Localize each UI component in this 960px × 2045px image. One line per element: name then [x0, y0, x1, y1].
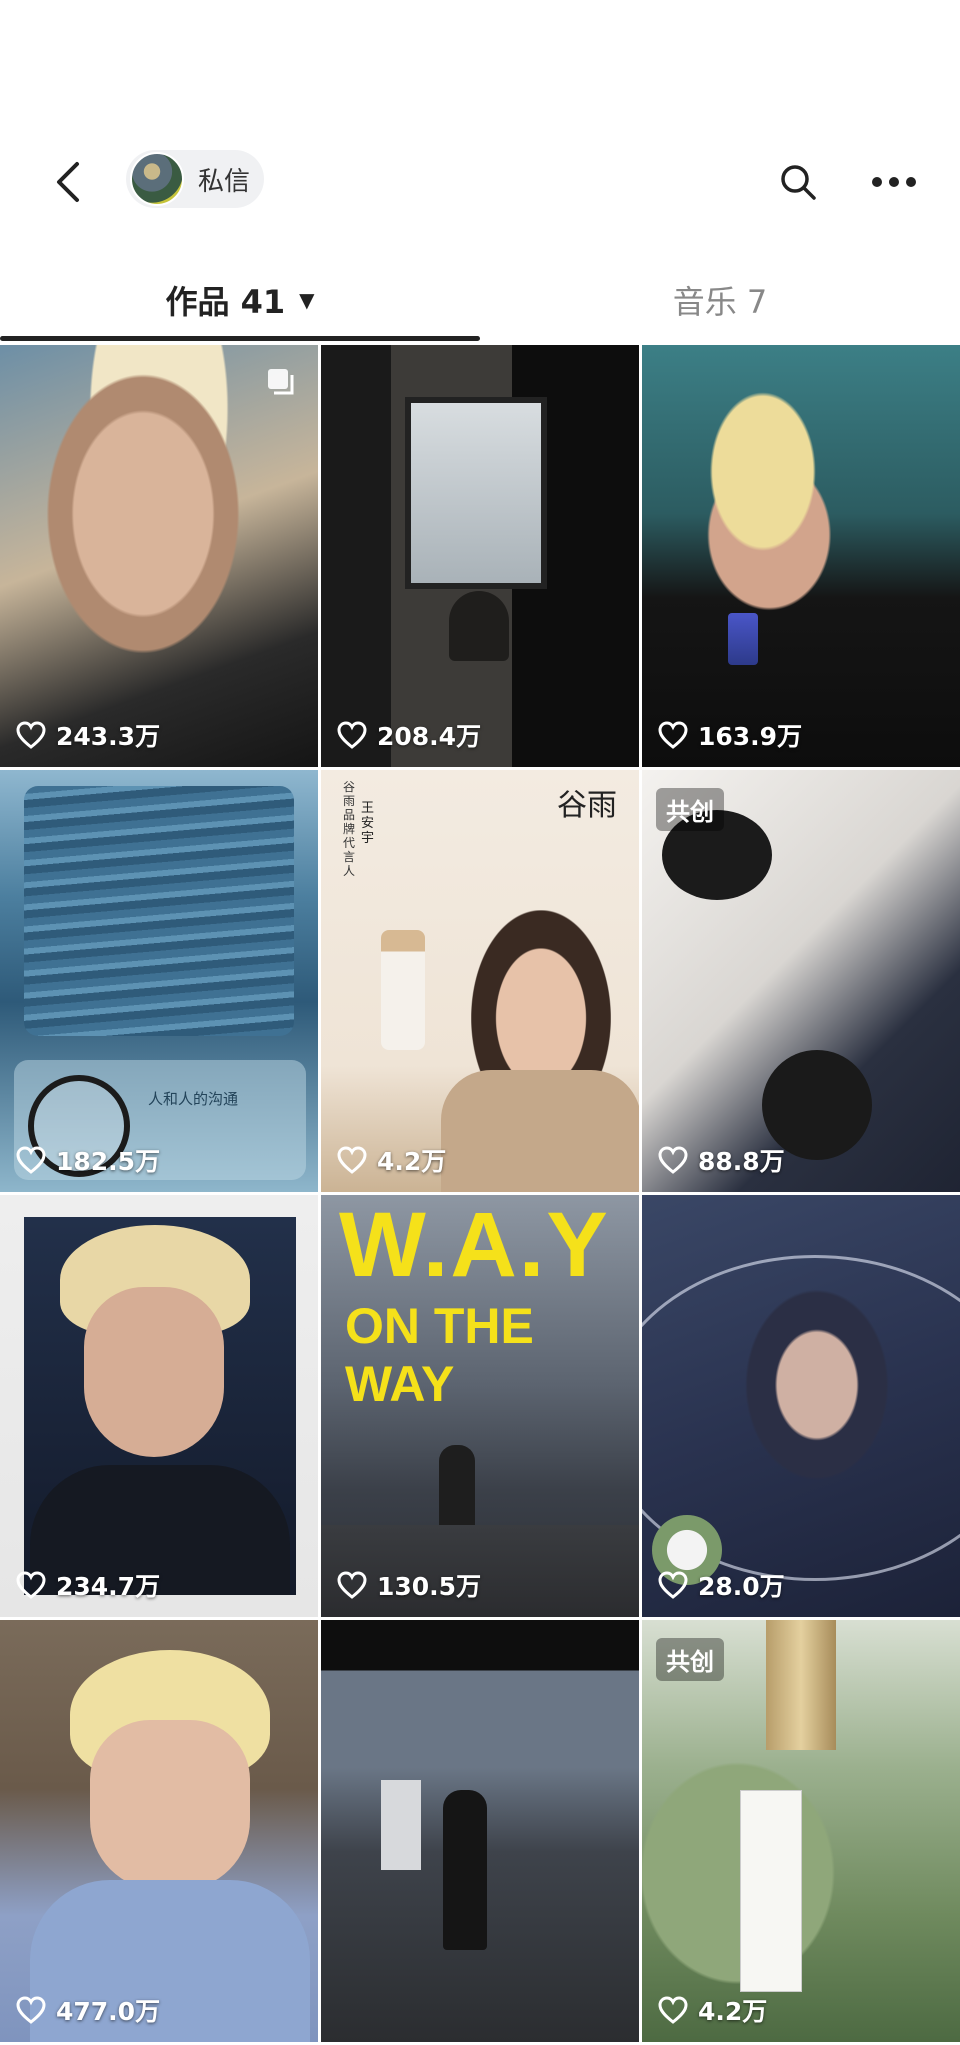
heart-icon	[658, 1571, 688, 1599]
like-count: 163.9万	[658, 717, 802, 753]
like-count-value: 243.3万	[56, 722, 161, 751]
tab-works[interactable]: 作品 41 ▼	[0, 272, 480, 328]
more-icon	[872, 177, 916, 187]
search-button[interactable]	[772, 156, 824, 208]
brand-name-text: 王安宇	[361, 800, 375, 845]
video-thumbnail[interactable]	[321, 1620, 639, 2042]
video-thumbnail[interactable]: 谷雨 谷雨品牌代言人 王安宇 4.2万	[321, 770, 639, 1192]
content-tabs: 作品 41 ▼ 音乐 7	[0, 272, 960, 344]
brand-vertical-text: 谷雨品牌代言人	[343, 780, 356, 878]
private-message-button[interactable]: 私信	[126, 150, 264, 208]
video-title-way: W.A.Y	[339, 1195, 610, 1296]
tab-music[interactable]: 音乐 7	[480, 272, 960, 328]
tab-active-indicator	[0, 336, 480, 341]
video-thumbnail[interactable]: 243.3万	[0, 345, 318, 767]
video-thumbnail[interactable]: 共创 88.8万	[642, 770, 960, 1192]
back-button[interactable]	[44, 158, 92, 206]
heart-icon	[337, 1571, 367, 1599]
like-count-value: 163.9万	[698, 722, 803, 751]
like-count-value: 477.0万	[56, 1997, 161, 2026]
like-count-value: 182.5万	[56, 1147, 161, 1176]
like-count: 477.0万	[16, 1992, 160, 2028]
heart-icon	[337, 721, 367, 749]
more-button[interactable]	[864, 156, 924, 208]
heart-icon	[337, 1146, 367, 1174]
co-creation-badge: 共创	[656, 1638, 724, 1681]
video-title-on-the-way: ON THE WAY	[345, 1298, 534, 1412]
heart-icon	[16, 1146, 46, 1174]
like-count-value: 88.8万	[698, 1147, 785, 1176]
co-creation-badge: 共创	[656, 788, 724, 831]
video-thumbnail[interactable]: 共创 4.2万	[642, 1620, 960, 2042]
avatar	[130, 152, 184, 206]
video-thumbnail[interactable]: W.A.Y ON THE WAY 130.5万	[321, 1195, 639, 1617]
like-count: 208.4万	[337, 717, 481, 753]
private-message-label: 私信	[198, 166, 251, 197]
like-count: 243.3万	[16, 717, 160, 753]
video-thumbnail[interactable]: 477.0万	[0, 1620, 318, 2042]
video-thumbnail[interactable]: 人和人的沟通 182.5万	[0, 770, 318, 1192]
music-card-title: 人和人的沟通	[148, 1091, 239, 1108]
like-count-value: 208.4万	[377, 722, 482, 751]
video-thumbnail[interactable]: 28.0万	[642, 1195, 960, 1617]
like-count-value: 234.7万	[56, 1572, 161, 1601]
like-count: 182.5万	[16, 1142, 160, 1178]
search-icon	[781, 165, 816, 200]
works-grid: 243.3万 208.4万 163.9万 人和人的沟通 182.5万 谷雨 谷雨…	[0, 345, 960, 2045]
heart-icon	[16, 1996, 46, 2024]
video-thumbnail[interactable]: 208.4万	[321, 345, 639, 767]
like-count: 130.5万	[337, 1567, 481, 1603]
multi-image-icon	[268, 369, 294, 395]
like-count: 4.2万	[337, 1142, 446, 1178]
like-count: 28.0万	[658, 1567, 785, 1603]
video-thumbnail[interactable]: 163.9万	[642, 345, 960, 767]
heart-icon	[658, 721, 688, 749]
brand-logo-text: 谷雨	[557, 789, 617, 822]
like-count-value: 4.2万	[377, 1147, 447, 1176]
like-count: 88.8万	[658, 1142, 785, 1178]
like-count-value: 130.5万	[377, 1572, 482, 1601]
heart-icon	[16, 721, 46, 749]
heart-icon	[658, 1146, 688, 1174]
heart-icon	[658, 1996, 688, 2024]
like-count-value: 28.0万	[698, 1572, 785, 1601]
video-thumbnail[interactable]: 234.7万	[0, 1195, 318, 1617]
caret-down-icon: ▼	[299, 288, 315, 312]
like-count-value: 4.2万	[698, 1997, 768, 2026]
heart-icon	[16, 1571, 46, 1599]
tab-music-label: 音乐 7	[672, 283, 768, 321]
like-count: 234.7万	[16, 1567, 160, 1603]
profile-header: 私信 作品 41 ▼ 音乐 7	[0, 0, 960, 345]
back-arrow-icon	[57, 162, 79, 202]
like-count: 4.2万	[658, 1992, 767, 2028]
tab-works-label: 作品 41	[165, 283, 286, 321]
